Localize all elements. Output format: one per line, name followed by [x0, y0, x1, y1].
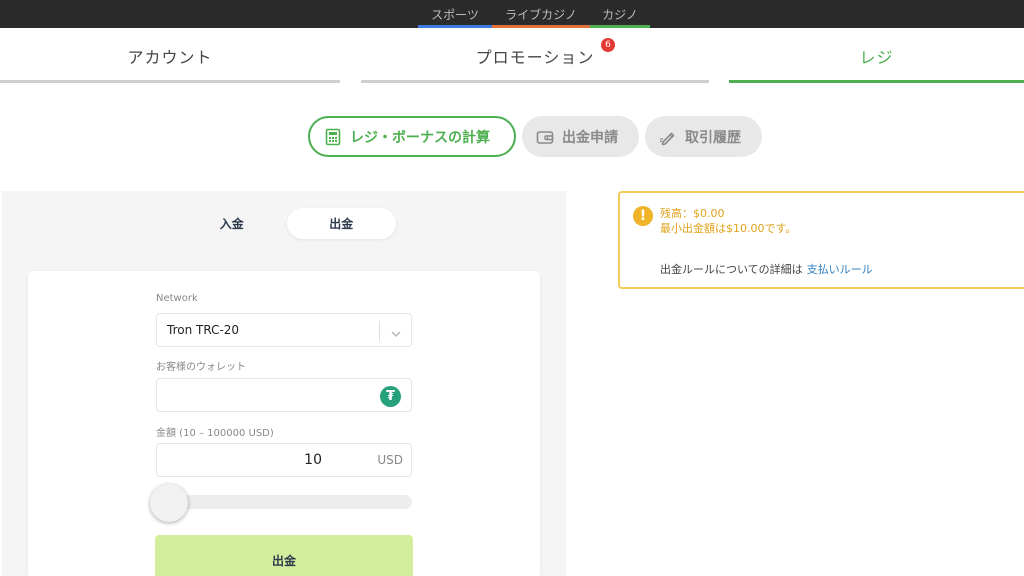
wallet-input[interactable]: ₮ — [156, 378, 412, 412]
tether-icon: ₮ — [380, 386, 401, 407]
amount-slider-track[interactable] — [156, 495, 412, 509]
select-divider — [379, 321, 380, 341]
withdraw-tab[interactable]: 出金 — [286, 208, 396, 239]
tab-promotion-underline — [361, 80, 709, 83]
cashier-panel: 入金 出金 Network Tron TRC-20 お客様のウォレット ₮ 金額… — [2, 191, 566, 576]
balance-info-box: ! 残高：$0.00 最小出金額は$10.00です。 出金ルールについての詳細は… — [618, 191, 1024, 289]
network-select[interactable]: Tron TRC-20 — [156, 313, 412, 347]
bonus-calc-label: レジ・ボーナスの計算 — [350, 129, 490, 146]
transaction-history-label: 取引履歴 — [685, 129, 741, 146]
tab-promotion[interactable]: プロモーション 6 — [361, 28, 709, 83]
network-value: Tron TRC-20 — [167, 323, 240, 337]
min-withdraw-text: 最小出金額は$10.00です。 — [660, 222, 797, 235]
tab-account[interactable]: アカウント — [0, 28, 340, 83]
payment-rules-link[interactable]: 支払いルール — [807, 263, 873, 276]
amount-input[interactable]: 10 USD — [156, 443, 412, 477]
amount-slider-handle[interactable] — [150, 484, 188, 522]
exclamation-icon: ! — [633, 206, 653, 226]
withdraw-request-button[interactable]: 出金申請 — [522, 116, 639, 157]
bonus-calc-button[interactable]: レジ・ボーナスの計算 — [308, 116, 516, 157]
deposit-tab[interactable]: 入金 — [177, 208, 287, 239]
amount-label: 金額 (10 – 100000 USD) — [156, 428, 274, 439]
network-label: Network — [156, 293, 198, 304]
tab-account-label: アカウント — [127, 47, 213, 67]
main-tabs: アカウント プロモーション 6 レジ — [0, 28, 1024, 83]
amount-value: 10 — [304, 452, 322, 468]
top-nav: スポーツ ライブカジノ カジノ — [418, 0, 650, 28]
tab-account-underline — [0, 80, 340, 83]
withdraw-form: Network Tron TRC-20 お客様のウォレット ₮ 金額 (10 –… — [28, 271, 540, 576]
top-nav-live-casino[interactable]: ライブカジノ — [492, 0, 590, 28]
promotion-count-badge: 6 — [601, 38, 615, 52]
wallet-icon — [536, 128, 554, 146]
tab-cashier[interactable]: レジ — [729, 28, 1024, 83]
top-nav-sports[interactable]: スポーツ — [418, 0, 492, 28]
tab-promotion-label: プロモーション — [475, 47, 595, 67]
rules-text: 出金ルールについての詳細は — [660, 263, 803, 276]
deposit-withdraw-toggle: 入金 出金 — [177, 208, 396, 239]
chevron-down-icon — [390, 325, 402, 338]
tab-cashier-label: レジ — [859, 47, 894, 67]
currency-label: USD — [377, 453, 403, 467]
tab-cashier-underline — [729, 80, 1024, 83]
calculator-icon — [324, 128, 342, 146]
top-bar: スポーツ ライブカジノ カジノ — [0, 0, 1024, 28]
rules-note: 出金ルールについての詳細は 支払いルール — [660, 261, 873, 277]
top-nav-casino[interactable]: カジノ — [590, 0, 650, 28]
wallet-label: お客様のウォレット — [156, 362, 246, 373]
withdraw-request-label: 出金申請 — [562, 129, 618, 146]
transaction-history-button[interactable]: 取引履歴 — [645, 116, 762, 157]
withdraw-submit-button[interactable]: 出金 — [155, 535, 413, 576]
pencil-icon — [659, 128, 677, 146]
balance-text: 残高：$0.00 — [660, 207, 725, 220]
